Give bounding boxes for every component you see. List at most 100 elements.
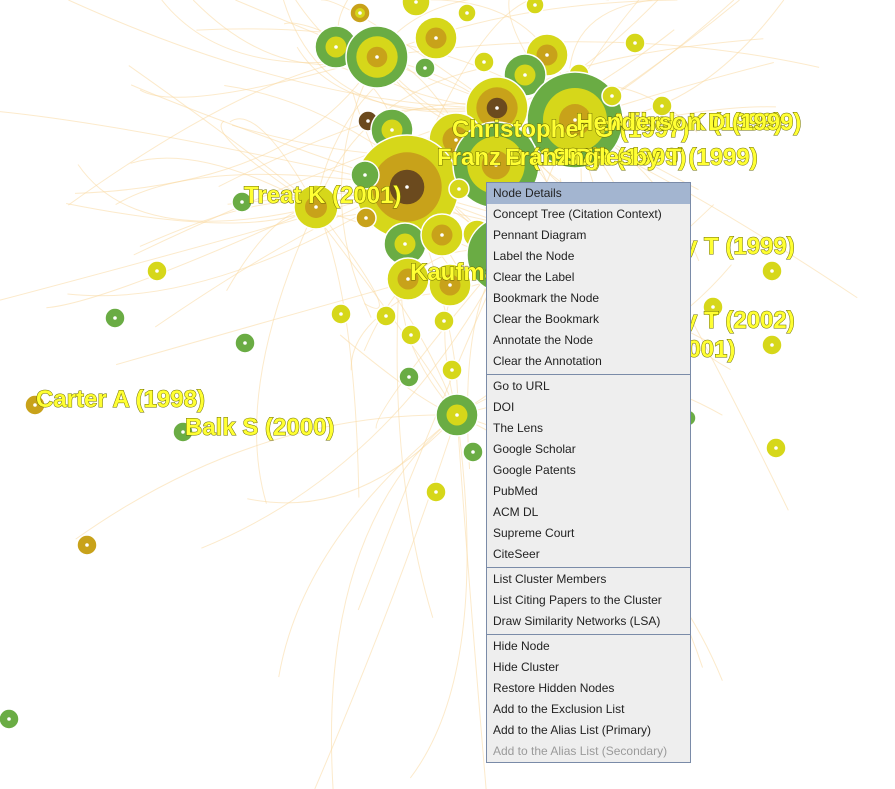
citation-node[interactable] [76, 534, 98, 556]
node-center-dot [155, 269, 159, 273]
menu-separator [487, 634, 690, 635]
citation-node[interactable] [525, 0, 545, 15]
citation-node[interactable] [457, 3, 477, 23]
menu-item-draw-similarity-networks-lsa[interactable]: Draw Similarity Networks (LSA) [487, 611, 690, 632]
citation-node[interactable] [400, 324, 422, 346]
node-center-dot [7, 717, 11, 721]
citation-node[interactable] [601, 85, 623, 107]
node-center-dot [375, 55, 379, 59]
menu-item-google-patents[interactable]: Google Patents [487, 460, 690, 481]
menu-item-hide-node[interactable]: Hide Node [487, 636, 690, 657]
menu-item-acm-dl[interactable]: ACM DL [487, 502, 690, 523]
node-center-dot [523, 73, 527, 77]
menu-item-clear-the-annotation[interactable]: Clear the Annotation [487, 351, 690, 372]
node-center-dot [660, 104, 664, 108]
node-center-dot [113, 316, 117, 320]
node-center-dot [610, 94, 614, 98]
citation-node[interactable] [355, 207, 377, 229]
citation-node[interactable] [765, 437, 787, 459]
node-center-dot [334, 45, 338, 49]
node-center-dot [423, 66, 427, 70]
menu-item-clear-the-label[interactable]: Clear the Label [487, 267, 690, 288]
citation-node[interactable] [414, 57, 436, 79]
menu-item-label-the-node[interactable]: Label the Node [487, 246, 690, 267]
node-center-dot [450, 368, 454, 372]
citation-node[interactable] [104, 307, 126, 329]
node-center-dot [364, 216, 368, 220]
citation-node[interactable] [624, 32, 646, 54]
citation-node[interactable] [345, 25, 409, 89]
node-center-dot [770, 269, 774, 273]
node-center-dot [774, 446, 778, 450]
menu-item-bookmark-the-node[interactable]: Bookmark the Node [487, 288, 690, 309]
menu-item-list-citing-papers-to-the-cluster[interactable]: List Citing Papers to the Cluster [487, 590, 690, 611]
citation-node[interactable] [473, 51, 495, 73]
citation-node[interactable] [441, 359, 463, 381]
node-center-dot [403, 242, 407, 246]
network-canvas[interactable]: Christopher G (1997) Franz D (1997) Alib… [0, 0, 895, 789]
node-center-dot [409, 333, 413, 337]
node-center-dot [414, 0, 418, 4]
menu-item-hide-cluster[interactable]: Hide Cluster [487, 657, 690, 678]
citation-node[interactable] [234, 332, 256, 354]
menu-item-add-to-the-alias-list-primary[interactable]: Add to the Alias List (Primary) [487, 720, 690, 741]
menu-item-pennant-diagram[interactable]: Pennant Diagram [487, 225, 690, 246]
node-center-dot [405, 185, 409, 189]
node-label: Carter A (1998) [36, 386, 205, 413]
menu-item-the-lens[interactable]: The Lens [487, 418, 690, 439]
node-center-dot [363, 173, 367, 177]
menu-item-list-cluster-members[interactable]: List Cluster Members [487, 569, 690, 590]
citation-node[interactable] [375, 305, 397, 327]
menu-item-citeseer[interactable]: CiteSeer [487, 544, 690, 565]
menu-separator [487, 567, 690, 568]
node-center-dot [407, 375, 411, 379]
node-center-dot [243, 341, 247, 345]
citation-node[interactable] [146, 260, 168, 282]
citation-node[interactable] [349, 2, 371, 24]
node-center-dot [633, 41, 637, 45]
node-center-dot [457, 187, 461, 191]
node-center-dot [339, 312, 343, 316]
citation-link [456, 414, 487, 789]
menu-item-node-details[interactable]: Node Details [487, 183, 690, 204]
citation-node[interactable] [414, 16, 458, 60]
menu-separator [487, 374, 690, 375]
citation-link [278, 414, 458, 678]
node-center-dot [442, 319, 446, 323]
node-label: Inglesby T (1999) [563, 144, 758, 171]
node-label: Henderson D (1999) [576, 109, 801, 136]
node-label: Treat K (2001) [244, 182, 401, 209]
menu-item-add-to-the-alias-list-secondary: Add to the Alias List (Secondary) [493, 744, 668, 758]
menu-item-concept-tree-citation-context[interactable]: Concept Tree (Citation Context) [487, 204, 690, 225]
citation-node[interactable] [425, 481, 447, 503]
node-center-dot [770, 343, 774, 347]
citation-node[interactable] [398, 366, 420, 388]
citation-link [315, 206, 360, 498]
node-ring [525, 0, 545, 15]
citation-node[interactable] [462, 441, 484, 463]
menu-item-add-to-the-exclusion-list[interactable]: Add to the Exclusion List [487, 699, 690, 720]
node-center-dot [455, 413, 459, 417]
node-label: Balk S (2000) [185, 414, 334, 441]
node-center-dot [384, 314, 388, 318]
menu-item-go-to-url[interactable]: Go to URL [487, 376, 690, 397]
node-center-dot [495, 106, 499, 110]
citation-node[interactable] [435, 393, 479, 437]
menu-item-restore-hidden-nodes[interactable]: Restore Hidden Nodes [487, 678, 690, 699]
citation-node[interactable] [448, 178, 470, 200]
menu-item-google-scholar[interactable]: Google Scholar [487, 439, 690, 460]
menu-item-pubmed[interactable]: PubMed [487, 481, 690, 502]
menu-item-annotate-the-node[interactable]: Annotate the Node [487, 330, 690, 351]
citation-node[interactable] [420, 213, 464, 257]
menu-item-supreme-court[interactable]: Supreme Court [487, 523, 690, 544]
citation-node[interactable] [761, 260, 783, 282]
citation-node[interactable] [330, 303, 352, 325]
citation-link [46, 206, 317, 309]
context-menu: Node Details Concept Tree (Citation Conte… [486, 182, 691, 763]
node-center-dot [358, 11, 362, 15]
menu-item-doi[interactable]: DOI [487, 397, 690, 418]
menu-item-clear-the-bookmark[interactable]: Clear the Bookmark [487, 309, 690, 330]
citation-node[interactable] [761, 334, 783, 356]
citation-node[interactable] [0, 708, 20, 730]
citation-node[interactable] [433, 310, 455, 332]
